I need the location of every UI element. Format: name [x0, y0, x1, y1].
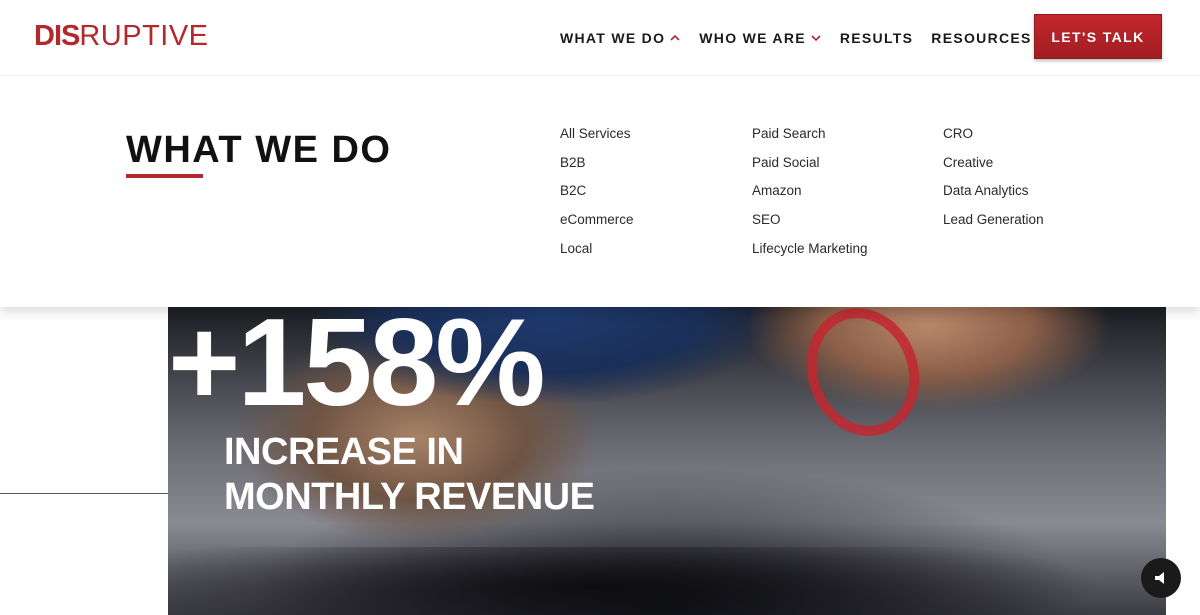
stat-line-2: MONTHLY REVENUE [224, 476, 595, 518]
chevron-up-icon [670, 34, 680, 41]
hero-shadow [168, 547, 1166, 615]
nav-item-resources[interactable]: RESOURCES [931, 30, 1047, 46]
menu-link-paid-social[interactable]: Paid Social [752, 155, 868, 184]
wristband-graphic [789, 307, 937, 452]
menu-link-ecommerce[interactable]: eCommerce [560, 212, 634, 241]
menu-link-creative[interactable]: Creative [943, 155, 1044, 184]
menu-link-b2c[interactable]: B2C [560, 183, 634, 212]
lets-talk-button[interactable]: LET'S TALK [1034, 14, 1162, 59]
chevron-down-icon [811, 34, 821, 41]
title-underline [126, 174, 203, 178]
menu-link-paid-search[interactable]: Paid Search [752, 126, 868, 155]
mega-menu-column-2: Paid Search Paid Social Amazon SEO Lifec… [752, 126, 868, 269]
nav-item-what-we-do[interactable]: WHAT WE DO [560, 30, 681, 46]
nav-item-label: RESULTS [839, 29, 914, 46]
menu-link-all-services[interactable]: All Services [560, 126, 634, 155]
main-nav: WHAT WE DO WHO WE ARE RESULTS RESOURCES [560, 0, 1066, 75]
menu-link-amazon[interactable]: Amazon [752, 183, 868, 212]
nav-item-label: WHO WE ARE [699, 29, 806, 46]
stat-value: +158% [168, 294, 546, 432]
menu-link-lifecycle-marketing[interactable]: Lifecycle Marketing [752, 241, 868, 270]
section-divider-line [0, 493, 168, 494]
mega-menu-panel: WHAT WE DO All Services B2B B2C eCommerc… [0, 75, 1200, 307]
mega-menu-column-3: CRO Creative Data Analytics Lead Generat… [943, 126, 1044, 241]
speaker-icon [1155, 572, 1164, 584]
logo-bold-text: DIS [34, 19, 80, 52]
disruptive-logo[interactable]: DIS RUPTIVE [34, 19, 209, 52]
stat-line-1: INCREASE IN [224, 431, 464, 473]
menu-link-lead-generation[interactable]: Lead Generation [943, 212, 1044, 241]
mega-menu-title: WHAT WE DO [126, 129, 392, 171]
menu-link-data-analytics[interactable]: Data Analytics [943, 183, 1044, 212]
stat-description: INCREASE IN MONTHLY REVENUE [224, 430, 595, 520]
nav-item-results[interactable]: RESULTS [840, 30, 913, 46]
site-header: DIS RUPTIVE WHAT WE DO WHO WE ARE RESULTS… [0, 0, 1200, 75]
menu-link-cro[interactable]: CRO [943, 126, 1044, 155]
logo-thin-text: RUPTIVE [79, 19, 209, 52]
menu-link-seo[interactable]: SEO [752, 212, 868, 241]
nav-item-who-we-are[interactable]: WHO WE ARE [699, 30, 822, 46]
menu-link-local[interactable]: Local [560, 241, 634, 270]
mega-menu-column-1: All Services B2B B2C eCommerce Local [560, 126, 634, 269]
sound-toggle-button[interactable] [1141, 558, 1181, 598]
nav-item-label: WHAT WE DO [560, 29, 666, 46]
nav-item-label: RESOURCES [931, 29, 1032, 46]
menu-link-b2b[interactable]: B2B [560, 155, 634, 184]
